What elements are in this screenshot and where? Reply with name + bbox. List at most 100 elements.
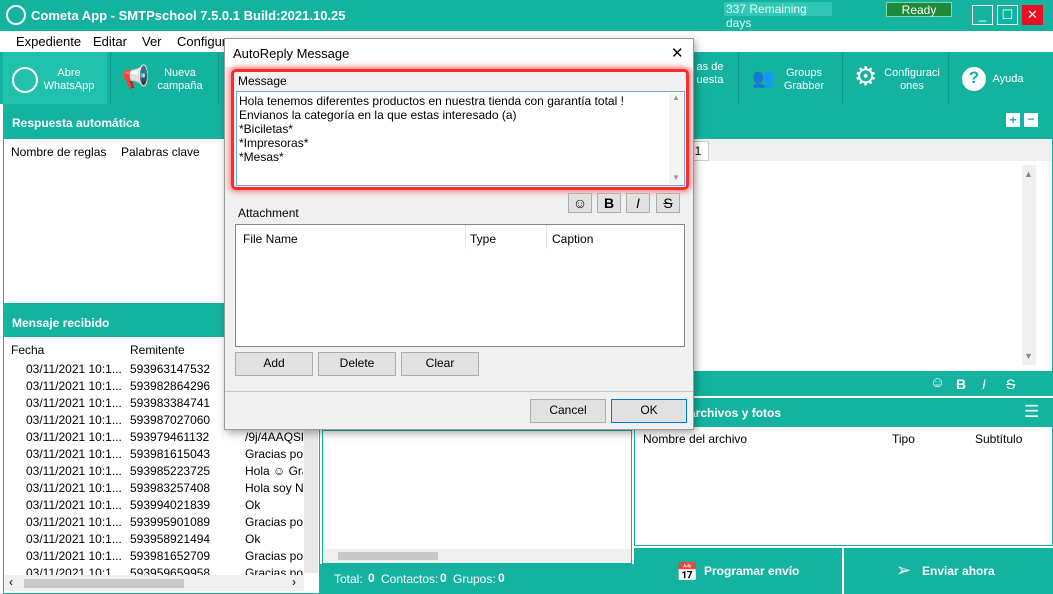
- menu-configuracion[interactable]: Configur: [177, 34, 226, 49]
- bold-button[interactable]: B: [956, 376, 966, 392]
- row-date: 03/11/2021 10:1...: [26, 362, 122, 376]
- dialog-bold-button[interactable]: B: [597, 193, 621, 213]
- groups-label: Grupos:: [453, 572, 496, 586]
- help-button[interactable]: ? Ayuda: [950, 52, 1050, 104]
- title-bar: Cometa App - SMTPschool 7.5.0.1 Build:20…: [0, 0, 1053, 31]
- settings-button[interactable]: ⚙ Configuraci ones: [844, 52, 946, 104]
- schedule-send-button[interactable]: 📅 Programar envío: [634, 548, 842, 594]
- minimize-button[interactable]: _: [972, 5, 993, 25]
- groups-grabber-line2: Grabber: [783, 80, 825, 92]
- row-message: Hola soy Ne: [245, 481, 303, 495]
- horizontal-scrollbar[interactable]: ‹ ›: [4, 575, 304, 591]
- groups-grabber-button[interactable]: 👥 Groups Grabber: [740, 52, 840, 104]
- col-subtitle[interactable]: Subtítulo: [975, 432, 1022, 446]
- message-line: Envianos la categoría en la que estas in…: [239, 108, 517, 122]
- table-row[interactable]: 03/11/2021 10:1... 593959659958 Gracias po…: [4, 564, 304, 575]
- dialog-emoji-button[interactable]: ☺: [568, 193, 592, 213]
- tab-strip: 1: [635, 139, 1052, 161]
- contacts-scroll-thumb[interactable]: [338, 552, 438, 560]
- menu-editar[interactable]: Editar: [93, 34, 127, 49]
- open-whatsapp-button[interactable]: Abre WhatsApp: [3, 52, 107, 104]
- group-icon: 👥: [752, 68, 775, 88]
- editor-vscroll[interactable]: ▲ ▼: [1022, 165, 1036, 365]
- groups-value: 0: [498, 571, 505, 585]
- message-line: Hola tenemos diferentes productos en nue…: [239, 94, 624, 108]
- message-text: Hola tenemos diferentes productos en nue…: [239, 94, 624, 164]
- help-label: Ayuda: [992, 73, 1024, 85]
- contacts-list: [322, 430, 632, 564]
- dialog-close-icon[interactable]: ✕: [671, 44, 684, 62]
- row-sender: 593994021839: [130, 498, 211, 512]
- menu-ver[interactable]: Ver: [142, 34, 162, 49]
- row-message: Ok: [245, 498, 261, 512]
- message-textarea[interactable]: Hola tenemos diferentes productos en nue…: [236, 91, 685, 186]
- col-keywords[interactable]: Palabras clave: [121, 145, 200, 159]
- col-attach-type[interactable]: Type: [470, 232, 496, 246]
- scroll-up-icon[interactable]: ▲: [1024, 169, 1033, 179]
- maximize-button[interactable]: ☐: [997, 5, 1018, 25]
- dialog-italic-button[interactable]: I: [626, 193, 650, 213]
- row-date: 03/11/2021 10:1...: [26, 532, 122, 546]
- col-file-name[interactable]: Nombre del archivo: [643, 432, 747, 446]
- add-button[interactable]: Add: [235, 352, 313, 376]
- help-icon: ?: [962, 67, 986, 91]
- attachments-header: archivos y fotos ☰: [634, 398, 1053, 426]
- scroll-right-icon[interactable]: ›: [292, 575, 296, 589]
- delete-button[interactable]: Delete: [318, 352, 396, 376]
- table-row[interactable]: 03/11/2021 10:1... 593958921494 Ok: [4, 530, 304, 547]
- italic-button[interactable]: I: [982, 376, 986, 392]
- col-sender[interactable]: Remitente: [130, 343, 185, 357]
- send-now-button[interactable]: ➢ Enviar ahora: [844, 548, 1053, 594]
- col-attach-caption[interactable]: Caption: [552, 232, 593, 246]
- attachment-list[interactable]: File Name Type Caption: [235, 224, 685, 347]
- new-campaign-button[interactable]: 📢 Nueva campaña: [112, 52, 216, 104]
- ok-button[interactable]: OK: [611, 399, 687, 423]
- cancel-button[interactable]: Cancel: [530, 399, 606, 423]
- row-sender: 593981615043: [130, 447, 211, 461]
- table-row[interactable]: 03/11/2021 10:1... 593994021839 Ok: [4, 496, 304, 513]
- table-row[interactable]: 03/11/2021 10:1... 593985223725 Hola ☺ Gra: [4, 462, 304, 479]
- calendar-icon: 📅: [676, 562, 699, 582]
- clear-button[interactable]: Clear: [401, 352, 479, 376]
- col-type[interactable]: Tipo: [892, 432, 915, 446]
- table-row[interactable]: 03/11/2021 10:1... 593983257408 Hola soy N…: [4, 479, 304, 496]
- contacts-hscroll[interactable]: [323, 549, 631, 563]
- close-button[interactable]: ✕: [1022, 5, 1043, 25]
- col-attach-file-name[interactable]: File Name: [243, 232, 298, 246]
- scroll-down-icon[interactable]: ▼: [672, 173, 680, 182]
- row-date: 03/11/2021 10:1...: [26, 396, 122, 410]
- message-line: *Impresoras*: [239, 136, 309, 150]
- table-row[interactable]: 03/11/2021 10:1... 593979461132/9j/4AAQSk: [4, 428, 304, 445]
- strike-button[interactable]: S: [1006, 376, 1015, 392]
- emoji-icon[interactable]: ☺: [930, 374, 945, 391]
- row-message: Gracias por: [245, 515, 303, 529]
- col-rule-name[interactable]: Nombre de reglas: [11, 145, 106, 159]
- scroll-thumb[interactable]: [24, 579, 184, 588]
- vertical-scrollbar[interactable]: [304, 425, 318, 573]
- message-editor: 1 ▲ ▼: [634, 138, 1053, 372]
- remove-icon[interactable]: −: [1024, 113, 1038, 127]
- send-now-label: Enviar ahora: [922, 564, 995, 578]
- col-date[interactable]: Fecha: [11, 343, 44, 357]
- row-sender: 593979461132: [130, 430, 210, 444]
- table-row[interactable]: 03/11/2021 10:1... 593981652709 Gracias po…: [4, 547, 304, 564]
- open-whatsapp-line2: WhatsApp: [43, 80, 95, 92]
- table-row[interactable]: 03/11/2021 10:1... 593981615043 Gracias po…: [4, 445, 304, 462]
- table-row[interactable]: 03/11/2021 10:1... 593995901089 Gracias po…: [4, 513, 304, 530]
- message-vscroll[interactable]: ▲ ▼: [669, 93, 683, 184]
- menu-icon[interactable]: ☰: [1024, 402, 1039, 422]
- dialog-strike-button[interactable]: S: [656, 193, 680, 213]
- message-panel-header: + −: [634, 104, 1053, 138]
- scroll-up-icon[interactable]: ▲: [672, 93, 680, 102]
- row-date: 03/11/2021 10:1...: [26, 413, 122, 427]
- add-icon[interactable]: +: [1006, 113, 1020, 127]
- row-date: 03/11/2021 10:1...: [26, 566, 122, 575]
- scroll-left-icon[interactable]: ‹: [9, 575, 13, 589]
- settings-line2: ones: [900, 80, 924, 92]
- scroll-down-icon[interactable]: ▼: [1024, 351, 1033, 361]
- auto-reply-button[interactable]: as de uesta: [690, 52, 736, 104]
- menu-expediente[interactable]: Expediente: [16, 34, 81, 49]
- row-sender: 593983257408: [130, 481, 211, 495]
- row-date: 03/11/2021 10:1...: [26, 379, 122, 393]
- message-label: Message: [238, 74, 287, 88]
